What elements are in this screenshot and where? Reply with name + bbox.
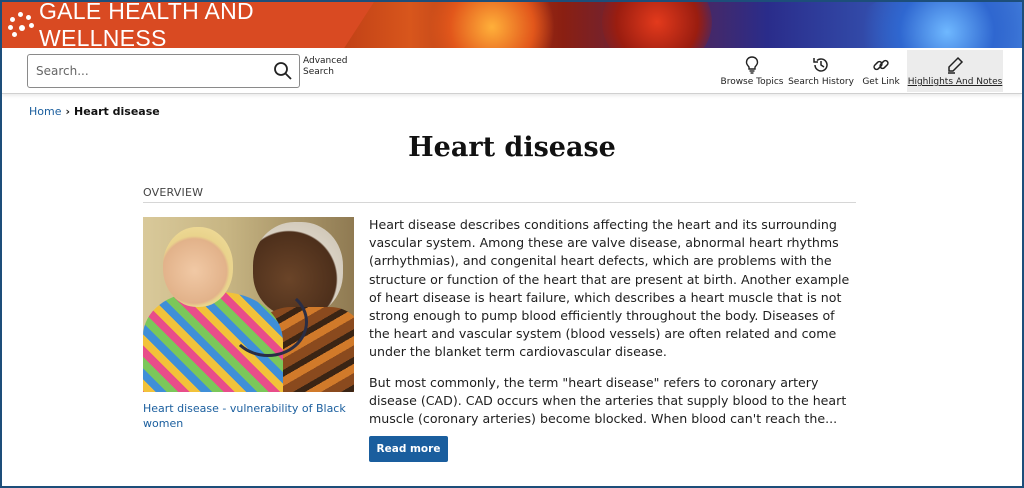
breadcrumb-current: Heart disease (74, 105, 160, 118)
image-figure (163, 227, 233, 307)
app-frame: GALE HEALTH AND WELLNESS Advanced Search (0, 0, 1024, 488)
search-icon (274, 62, 292, 80)
highlighter-icon (948, 56, 964, 74)
breadcrumb-chevron-icon: › (65, 105, 71, 118)
brand-home-link[interactable]: GALE HEALTH AND WELLNESS (2, 2, 374, 48)
lightbulb-icon (745, 56, 759, 74)
section-label: OVERVIEW (143, 186, 204, 199)
search-button[interactable] (273, 61, 295, 83)
banner-art (602, 2, 712, 48)
image-stethoscope (228, 287, 308, 357)
overview-paragraph: But most commonly, the term "heart disea… (369, 374, 847, 427)
search-input[interactable] (28, 55, 258, 87)
highlights-notes-button[interactable]: Highlights And Notes (907, 50, 1003, 92)
section-divider (143, 202, 856, 203)
breadcrumb: Home › Heart disease (29, 105, 160, 118)
advanced-search-label-line2: Search (303, 67, 334, 77)
article-image[interactable] (143, 217, 354, 392)
image-caption-link[interactable]: Heart disease - vulnerability of Black w… (143, 401, 354, 431)
brand-title: GALE HEALTH AND WELLNESS (38, 2, 254, 48)
read-more-button[interactable]: Read more (369, 436, 448, 462)
banner-art (852, 2, 1022, 48)
link-icon (873, 59, 889, 71)
article-overview: Heart disease describes conditions affec… (369, 216, 855, 440)
advanced-search-link[interactable]: Advanced Search (303, 56, 353, 78)
header-banner: GALE HEALTH AND WELLNESS (2, 2, 1022, 48)
search-history-button[interactable]: Search History (788, 50, 854, 92)
search-box (27, 54, 300, 88)
overview-paragraph: Heart disease describes conditions affec… (369, 217, 850, 360)
toolbar: Advanced Search Browse Topics Search His… (2, 48, 1022, 94)
browse-topics-button[interactable]: Browse Topics (720, 50, 784, 92)
banner-art (422, 2, 562, 48)
breadcrumb-home-link[interactable]: Home (29, 105, 61, 118)
get-link-button[interactable]: Get Link (860, 50, 902, 92)
page-title: Heart disease (408, 132, 616, 163)
get-link-label: Get Link (862, 77, 900, 87)
gale-logo-icon (8, 12, 34, 38)
search-history-label: Search History (788, 77, 854, 87)
browse-topics-label: Browse Topics (720, 77, 784, 87)
advanced-search-label-line1: Advanced (303, 56, 348, 66)
highlights-notes-label: Highlights And Notes (907, 77, 1003, 87)
history-icon (813, 58, 828, 72)
